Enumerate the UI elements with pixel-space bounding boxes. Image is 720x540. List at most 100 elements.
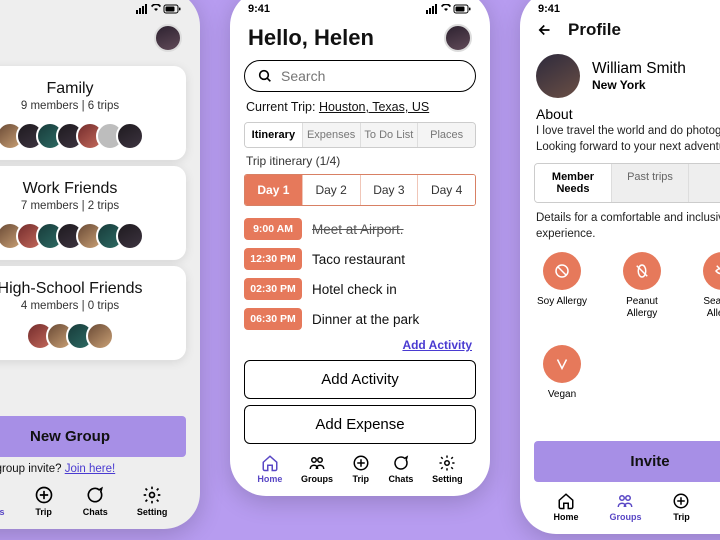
needs-grid: Soy Allergy Peanut Allergy Seafood Aller… bbox=[536, 252, 720, 401]
group-card[interactable]: Family 9 members | 6 trips bbox=[0, 66, 186, 160]
nav-trip[interactable]: Trip bbox=[34, 485, 54, 517]
need-chip[interactable]: Peanut Allergy bbox=[616, 252, 668, 319]
profile-name: William Smith bbox=[592, 60, 686, 78]
header: s bbox=[0, 18, 188, 60]
nav-home[interactable]: Home bbox=[553, 492, 578, 522]
current-trip-link[interactable]: Houston, Texas, US bbox=[319, 100, 429, 114]
tab-expenses[interactable]: Expenses bbox=[302, 123, 360, 147]
bottom-nav: Groups Trip Chats Setting bbox=[0, 485, 188, 517]
itin-item[interactable]: 02:30 PM Hotel check in bbox=[242, 274, 478, 304]
nav-groups[interactable]: Groups bbox=[609, 492, 641, 522]
status-bar: 9:41 bbox=[0, 0, 200, 18]
header: Hello, Helen bbox=[242, 18, 478, 60]
nav-home[interactable]: Home bbox=[257, 454, 282, 484]
greeting: Hello, Helen bbox=[248, 25, 374, 51]
time: 9:41 bbox=[538, 3, 560, 15]
profile-location: New York bbox=[592, 78, 686, 92]
allergy-icon bbox=[543, 252, 581, 290]
avatar-self[interactable] bbox=[154, 24, 182, 52]
itin-item[interactable]: 9:00 AM Meet at Airport. bbox=[242, 214, 478, 244]
section-tabs: Itinerary Expenses To Do List Places bbox=[244, 122, 476, 148]
time-badge: 06:30 PM bbox=[244, 308, 302, 330]
status-icons bbox=[426, 3, 472, 15]
itin-counter: Trip itinerary (1/4) bbox=[246, 154, 474, 168]
search-input[interactable] bbox=[281, 68, 463, 84]
itin-item[interactable]: 12:30 PM Taco restaurant bbox=[242, 244, 478, 274]
day-row: Day 1 Day 2 Day 3 Day 4 bbox=[244, 174, 476, 206]
nav-chats[interactable]: Chats bbox=[388, 454, 413, 484]
itin-text: Taco restaurant bbox=[312, 252, 405, 267]
group-meta: 9 members | 6 trips bbox=[0, 100, 176, 112]
group-meta: 4 members | 0 trips bbox=[0, 300, 176, 312]
status-bar: 9:41 bbox=[230, 0, 490, 18]
group-name: Family bbox=[0, 80, 176, 98]
nav-trip[interactable]: Trip bbox=[352, 454, 370, 484]
profile-avatar[interactable] bbox=[536, 54, 580, 98]
allergy-icon bbox=[623, 252, 661, 290]
avatar-row bbox=[0, 322, 176, 350]
about-text: I love travel the world and do photograp… bbox=[536, 124, 720, 155]
phone-groups: 9:41 s Family 9 members | 6 trips Work F… bbox=[0, 0, 200, 529]
profile-header: William Smith New York bbox=[536, 54, 720, 98]
profile-tabs: Member Needs Past trips G bbox=[534, 163, 720, 203]
invite-line: Have a group invite? Join here! bbox=[0, 463, 184, 475]
group-card[interactable]: High-School Friends 4 members | 0 trips bbox=[0, 266, 186, 360]
tab-groups[interactable]: G bbox=[688, 164, 720, 202]
about-heading: About bbox=[536, 106, 720, 122]
add-expense-button[interactable]: Add Expense bbox=[244, 405, 476, 444]
need-chip[interactable]: Seafood Allergy bbox=[696, 252, 720, 319]
current-trip: Current Trip: Houston, Texas, US bbox=[246, 100, 474, 114]
new-group-button[interactable]: New Group bbox=[0, 416, 186, 457]
vegan-icon bbox=[543, 345, 581, 383]
add-activity-button[interactable]: Add Activity bbox=[244, 360, 476, 399]
group-meta: 7 members | 2 trips bbox=[0, 200, 176, 212]
itin-text: Dinner at the park bbox=[312, 312, 419, 327]
avatar-row bbox=[0, 222, 176, 250]
need-chip[interactable]: Soy Allergy bbox=[536, 252, 588, 319]
back-row: Profile bbox=[532, 18, 720, 48]
bottom-nav: Home Groups Trip Chats Setting bbox=[242, 454, 478, 484]
status-icons bbox=[136, 3, 182, 15]
nav-chats[interactable]: Chats bbox=[83, 485, 108, 517]
phone-profile: 9:41 Profile William Smith New York Abou… bbox=[520, 0, 720, 534]
nav-groups[interactable]: Groups bbox=[301, 454, 333, 484]
invite-button[interactable]: Invite bbox=[534, 441, 720, 482]
avatar-row bbox=[0, 122, 176, 150]
time-badge: 9:00 AM bbox=[244, 218, 302, 240]
phone-home: 9:41 Hello, Helen Current Trip: Houston,… bbox=[230, 0, 490, 496]
nav-setting[interactable]: Setting bbox=[137, 485, 168, 517]
tab-places[interactable]: Places bbox=[417, 123, 475, 147]
itin-item[interactable]: 06:30 PM Dinner at the park bbox=[242, 304, 478, 334]
need-chip[interactable]: Vegan bbox=[536, 345, 588, 401]
day-3[interactable]: Day 3 bbox=[360, 175, 418, 205]
avatar-self[interactable] bbox=[444, 24, 472, 52]
nav-trip[interactable]: Trip bbox=[672, 492, 690, 522]
itin-text: Hotel check in bbox=[312, 282, 397, 297]
day-1[interactable]: Day 1 bbox=[245, 175, 302, 205]
group-name: Work Friends bbox=[0, 180, 176, 198]
time-badge: 12:30 PM bbox=[244, 248, 302, 270]
time-badge: 02:30 PM bbox=[244, 278, 302, 300]
search-icon bbox=[257, 68, 273, 84]
itin-text: Meet at Airport. bbox=[312, 222, 404, 237]
tab-itinerary[interactable]: Itinerary bbox=[245, 123, 302, 147]
tab-needs[interactable]: Member Needs bbox=[535, 164, 611, 202]
allergy-icon bbox=[703, 252, 720, 290]
nav-groups[interactable]: Groups bbox=[0, 485, 5, 517]
search-box[interactable] bbox=[244, 60, 476, 92]
group-card[interactable]: Work Friends 7 members | 2 trips bbox=[0, 166, 186, 260]
tab-todo[interactable]: To Do List bbox=[360, 123, 418, 147]
bottom-nav: Home Groups Trip Chats bbox=[532, 492, 720, 522]
status-bar: 9:41 bbox=[520, 0, 720, 18]
group-name: High-School Friends bbox=[0, 280, 176, 298]
back-icon[interactable] bbox=[536, 21, 554, 39]
day-4[interactable]: Day 4 bbox=[417, 175, 475, 205]
join-link[interactable]: Join here! bbox=[65, 463, 116, 475]
nav-setting[interactable]: Setting bbox=[432, 454, 463, 484]
time: 9:41 bbox=[248, 3, 270, 15]
screen-title: Profile bbox=[568, 20, 621, 40]
tab-past[interactable]: Past trips bbox=[611, 164, 688, 202]
day-2[interactable]: Day 2 bbox=[302, 175, 360, 205]
add-activity-link[interactable]: Add Activity bbox=[248, 338, 472, 352]
needs-desc: Details for a comfortable and inclusive … bbox=[536, 211, 720, 242]
